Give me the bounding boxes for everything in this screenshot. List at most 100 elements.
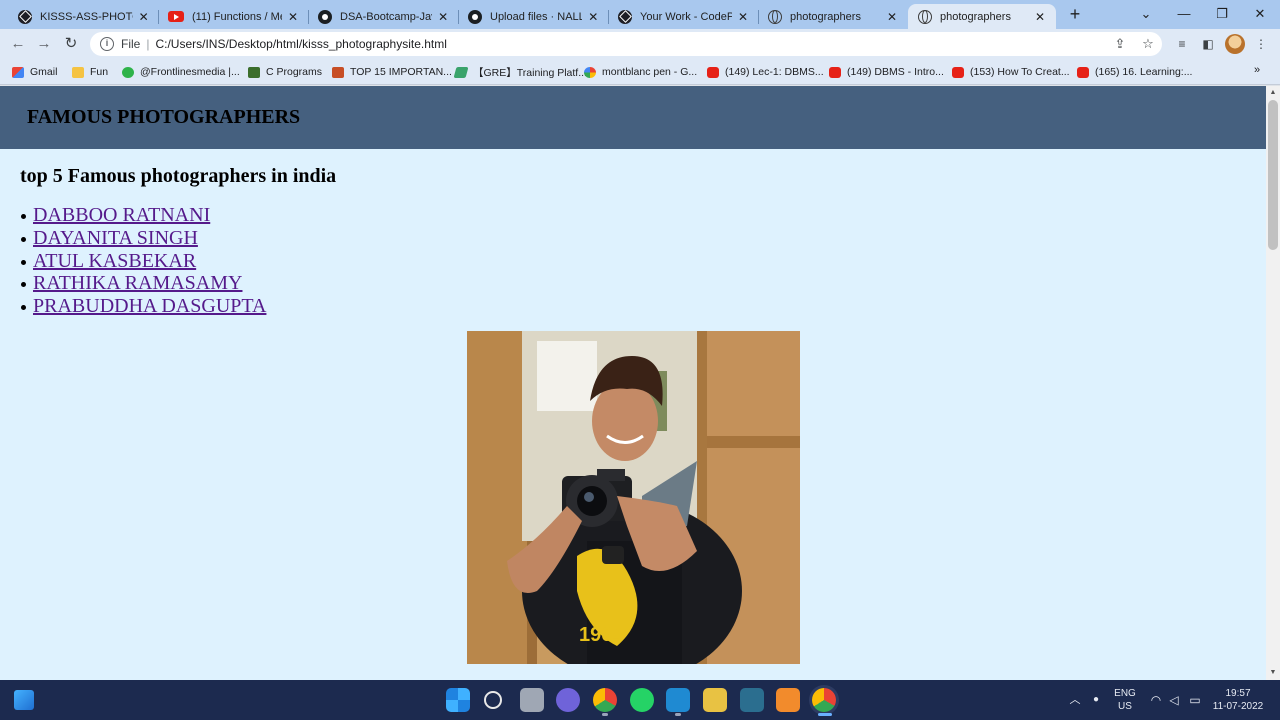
scroll-up-arrow-icon[interactable]: ▲ (1266, 86, 1280, 100)
running-indicator (602, 713, 608, 716)
forward-arrow-icon[interactable]: → (33, 33, 55, 55)
close-icon[interactable]: ✕ (1032, 10, 1048, 24)
address-bar[interactable]: i File | C:/Users/INS/Desktop/html/kisss… (90, 32, 1162, 56)
address-url[interactable]: C:/Users/INS/Desktop/html/kisss_photogra… (155, 37, 446, 51)
bookmark-label: (149) DBMS - Intro... (847, 66, 944, 78)
running-indicator (675, 713, 681, 716)
page-scrollbar[interactable]: ▲ ▼ (1266, 86, 1280, 680)
youtube-icon (952, 66, 964, 78)
tab-title: Upload files · NALLAP (490, 10, 583, 23)
scrollbar-thumb[interactable] (1268, 100, 1278, 250)
clock-date: 11-07-2022 (1212, 701, 1264, 712)
photographer-link-prabuddha-dasgupta[interactable]: PRABUDDHA DASGUPTA (33, 295, 266, 317)
teams-chat-icon[interactable] (556, 688, 580, 712)
close-icon[interactable]: ✕ (137, 10, 150, 24)
scroll-down-arrow-icon[interactable]: ▼ (1266, 666, 1280, 680)
back-arrow-icon[interactable]: ← (7, 33, 29, 55)
close-icon[interactable]: ✕ (586, 10, 600, 24)
windows-taskbar: ︿ ● ENG US ◠ ◁ ▭ 19:57 11-07-2022 (0, 680, 1280, 720)
search-icon[interactable] (484, 691, 502, 709)
tab-title: photographers (940, 10, 1011, 23)
clock[interactable]: 19:57 11-07-2022 (1210, 680, 1266, 720)
bookmark-learning[interactable]: (165) 16. Learning:... (1077, 64, 1192, 80)
bookmark-fun[interactable]: Fun (72, 64, 108, 80)
bookmark-label: (153) How To Creat... (970, 66, 1070, 78)
info-icon[interactable]: i (100, 37, 114, 51)
github-icon (318, 9, 332, 24)
bookmark-c-programs[interactable]: C Programs (248, 64, 322, 80)
bookmark-dbms-intro[interactable]: (149) DBMS - Intro... (829, 64, 944, 80)
close-icon[interactable]: ✕ (286, 10, 300, 24)
vscode-icon[interactable] (666, 688, 690, 712)
reload-icon[interactable]: ↻ (60, 33, 82, 55)
bookmark-label: (165) 16. Learning:... (1095, 66, 1193, 78)
bookmark-how-to-create[interactable]: (153) How To Creat... (952, 64, 1070, 80)
new-tab-button[interactable]: + (1064, 4, 1086, 26)
bookmark-top15[interactable]: TOP 15 IMPORTAN... (332, 64, 452, 80)
list-item: ATUL KASBEKAR (20, 250, 266, 273)
bookmark-label: 【GRE】Training Platf... (473, 66, 587, 79)
frontlines-icon (122, 66, 134, 78)
site-title: FAMOUS PHOTOGRAPHERS (27, 106, 301, 128)
xampp-icon[interactable] (776, 688, 800, 712)
bookmark-star-icon[interactable]: ☆ (1134, 36, 1162, 52)
tab-kisss-ass[interactable]: KISSS-ASS-PHOTOGR ✕ (8, 4, 159, 29)
app-icon[interactable] (740, 688, 764, 712)
tab-title: (11) Functions / Meth (192, 10, 282, 23)
bookmark-label: (149) Lec-1: DBMS... (725, 66, 824, 78)
network-status-icon[interactable]: ● (1088, 680, 1104, 720)
tray-overflow-chevron-icon[interactable]: ︿ (1068, 680, 1082, 720)
bookmark-gre[interactable]: 【GRE】Training Platf... (453, 64, 587, 80)
bookmark-gmail[interactable]: Gmail (12, 64, 57, 80)
photographer-link-dabboo-ratnani[interactable]: DABBOO RATNANI (33, 204, 210, 226)
tab-functions[interactable]: (11) Functions / Meth ✕ (158, 4, 309, 29)
bookmark-label: @Frontlinesmedia |... (140, 66, 240, 78)
tab-search-chevron-icon[interactable]: ⌄ (1127, 0, 1165, 29)
close-icon[interactable]: ✕ (884, 10, 900, 24)
menu-kebab-icon[interactable]: ⋮ (1251, 35, 1271, 53)
tab-dsa-bootcamp[interactable]: DSA-Bootcamp-Java/l ✕ (308, 4, 459, 29)
bookmarks-overflow-chevron-icon[interactable]: » (1254, 64, 1260, 76)
address-divider: | (146, 37, 150, 51)
language-label: ENG (1114, 688, 1136, 699)
github-icon (468, 9, 482, 24)
gmail-icon (12, 66, 24, 78)
task-view-icon[interactable] (520, 688, 544, 712)
active-indicator (818, 713, 832, 716)
bookmark-label: Fun (90, 66, 109, 78)
chrome-active-icon[interactable] (812, 688, 836, 712)
tab-codepen-work[interactable]: Your Work - CodePen ✕ (608, 4, 759, 29)
close-icon[interactable]: ✕ (736, 10, 750, 24)
bookmark-label: montblanc pen - G... (602, 66, 698, 78)
language-indicator[interactable]: ENG US (1110, 680, 1140, 720)
maximize-button[interactable]: ❐ (1203, 0, 1241, 29)
bookmark-frontlines[interactable]: @Frontlinesmedia |... (122, 64, 240, 80)
minimize-button[interactable]: — (1165, 0, 1203, 29)
globe-icon (768, 9, 782, 24)
file-explorer-icon[interactable] (703, 688, 727, 712)
start-windows-icon[interactable] (446, 688, 470, 712)
chrome-icon[interactable] (593, 688, 617, 712)
side-panel-icon[interactable]: ◧ (1198, 35, 1218, 53)
share-icon[interactable]: ⇪ (1106, 36, 1134, 52)
tab-photographers-active[interactable]: photographers ✕ (908, 4, 1056, 29)
tab-photographers[interactable]: photographers ✕ (758, 4, 908, 29)
whatsapp-icon[interactable] (630, 688, 654, 712)
close-icon[interactable]: ✕ (436, 10, 450, 24)
wifi-icon[interactable]: ◠ (1148, 680, 1164, 720)
close-window-button[interactable]: ✕ (1241, 0, 1279, 29)
battery-icon[interactable]: ▭ (1186, 680, 1204, 720)
bookmark-dbms-lec1[interactable]: (149) Lec-1: DBMS... (707, 64, 824, 80)
region-label: US (1118, 701, 1132, 712)
tab-upload-files[interactable]: Upload files · NALLAP ✕ (458, 4, 609, 29)
photographer-link-atul-kasbekar[interactable]: ATUL KASBEKAR (33, 250, 196, 272)
photographer-link-dayanita-singh[interactable]: DAYANITA SINGH (33, 227, 198, 249)
photographer-link-rathika-ramasamy[interactable]: RATHIKA RAMASAMY (33, 272, 242, 294)
bookmark-label: C Programs (266, 66, 323, 78)
page-subheading: top 5 Famous photographers in india (20, 165, 337, 187)
volume-icon[interactable]: ◁ (1166, 680, 1182, 720)
widgets-icon[interactable] (14, 690, 34, 710)
profile-avatar[interactable] (1225, 34, 1245, 54)
bookmark-montblanc[interactable]: montblanc pen - G... (584, 64, 697, 80)
reading-list-icon[interactable]: ≡ (1172, 35, 1192, 53)
